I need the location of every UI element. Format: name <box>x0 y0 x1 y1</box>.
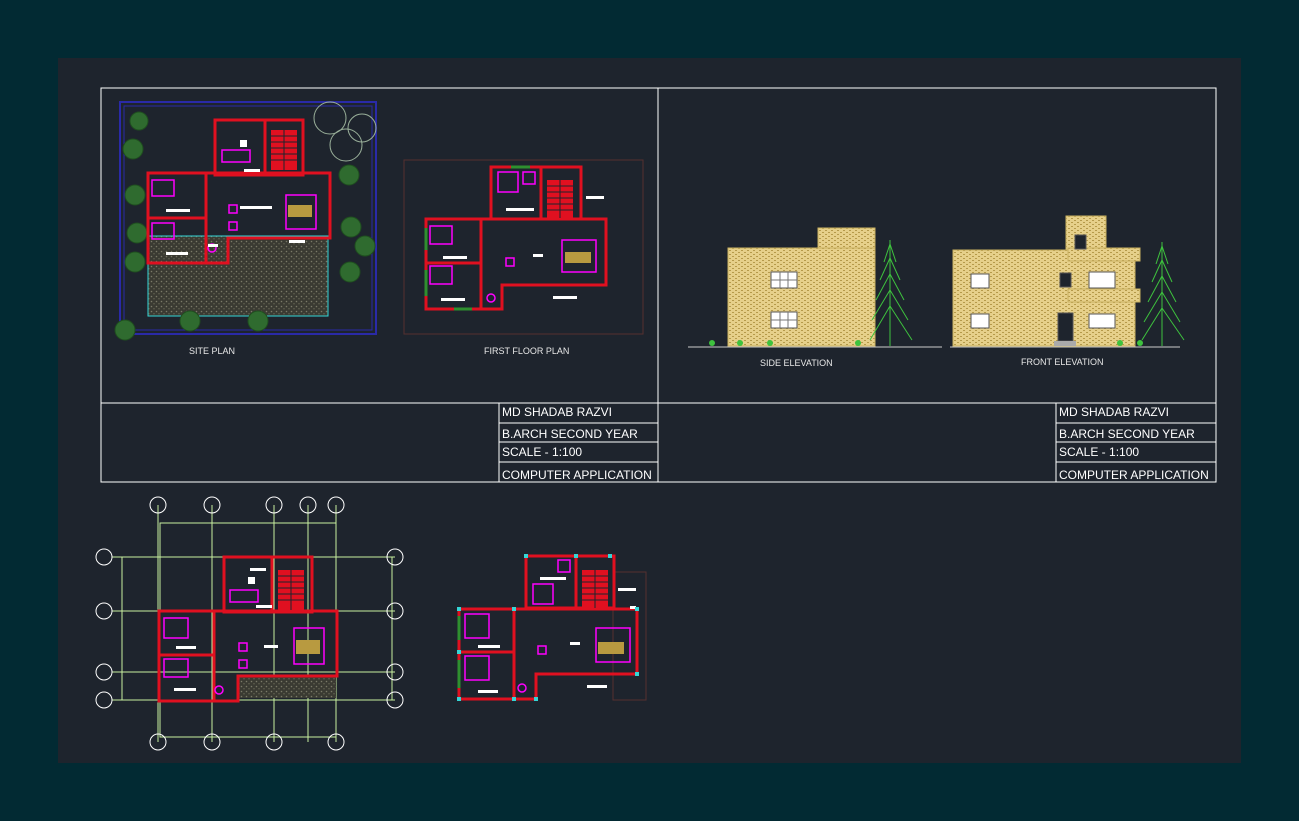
first-floor-copy[interactable] <box>457 554 647 701</box>
tb-left-scale: SCALE - 1:100 <box>502 445 582 459</box>
tb-right-course: B.ARCH SECOND YEAR <box>1059 427 1195 441</box>
tb-right-scale: SCALE - 1:100 <box>1059 445 1139 459</box>
tb-right-name: MD SHADAB RAZVI <box>1059 405 1169 419</box>
tb-left-course: B.ARCH SECOND YEAR <box>502 427 638 441</box>
first-floor-plan[interactable]: FIRST FLOOR PLAN <box>403 159 644 356</box>
label-site-plan: SITE PLAN <box>189 346 235 356</box>
tb-left-subject: COMPUTER APPLICATION <box>502 468 652 482</box>
tb-right-subject: COMPUTER APPLICATION <box>1059 468 1209 482</box>
tb-left-name: MD SHADAB RAZVI <box>502 405 612 419</box>
ground-floor-grid-plan[interactable] <box>95 496 404 751</box>
label-side-elevation: SIDE ELEVATION <box>760 358 833 368</box>
side-elevation[interactable]: SIDE ELEVATION <box>688 227 942 368</box>
site-plan[interactable]: SITE PLAN <box>114 101 377 356</box>
title-block-left: MD SHADAB RAZVI B.ARCH SECOND YEAR SCALE… <box>498 403 658 482</box>
drawing-sheet: MD SHADAB RAZVI B.ARCH SECOND YEAR SCALE… <box>95 87 1217 751</box>
label-first-floor-plan: FIRST FLOOR PLAN <box>484 346 569 356</box>
front-elevation[interactable]: FRONT ELEVATION <box>950 215 1185 367</box>
label-front-elevation: FRONT ELEVATION <box>1021 357 1104 367</box>
title-block-right: MD SHADAB RAZVI B.ARCH SECOND YEAR SCALE… <box>1055 403 1216 482</box>
